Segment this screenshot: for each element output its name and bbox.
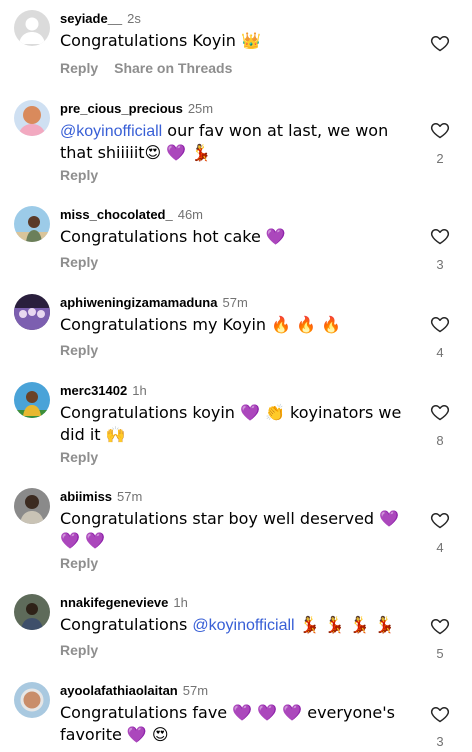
like-count: 4 bbox=[436, 345, 444, 360]
comment-text: Congratulations hot cake 💜 bbox=[60, 227, 286, 246]
user-avatar-icon[interactable] bbox=[14, 206, 50, 242]
reply-button[interactable]: Reply bbox=[60, 449, 98, 465]
heart-outline-icon[interactable] bbox=[430, 616, 450, 636]
comment-meta: pre_cious_precious 25m bbox=[60, 100, 213, 118]
like-count: 3 bbox=[436, 734, 444, 749]
heart-outline-icon[interactable] bbox=[430, 704, 450, 724]
reply-button[interactable]: Reply bbox=[60, 642, 98, 658]
comment-text: Congratulations fave 💜 💜 💜 everyone's fa… bbox=[60, 703, 395, 744]
reply-button[interactable]: Reply bbox=[60, 60, 98, 76]
username[interactable]: aphiweningizamamaduna bbox=[60, 295, 217, 310]
heart-outline-icon[interactable] bbox=[430, 402, 450, 422]
reply-button[interactable]: Reply bbox=[60, 167, 98, 183]
comment-actions: Reply Share on Threads bbox=[60, 60, 232, 76]
user-avatar-icon[interactable] bbox=[14, 294, 50, 330]
comment-meta: aphiweningizamamaduna 57m bbox=[60, 294, 248, 312]
username[interactable]: ayoolafathiaolaitan bbox=[60, 683, 178, 698]
timestamp: 1h bbox=[173, 595, 188, 610]
reply-button[interactable]: Reply bbox=[60, 342, 98, 358]
comment-actions: Reply bbox=[60, 555, 98, 571]
comment-meta: ayoolafathiaolaitan 57m bbox=[60, 682, 208, 700]
user-avatar-icon[interactable] bbox=[14, 594, 50, 630]
user-avatar-icon[interactable] bbox=[14, 100, 50, 136]
username[interactable]: miss_chocolated_ bbox=[60, 207, 173, 222]
default-avatar-icon[interactable] bbox=[14, 10, 50, 46]
comment-text: Congratulations my Koyin 🔥 🔥 🔥 bbox=[60, 315, 342, 334]
timestamp: 57m bbox=[182, 683, 209, 698]
comment-meta: seyiade__ 2s bbox=[60, 10, 141, 28]
user-avatar-icon[interactable] bbox=[14, 382, 50, 418]
comment-meta: abiimiss 57m bbox=[60, 488, 142, 506]
comment-actions: Reply bbox=[60, 449, 98, 465]
timestamp: 46m bbox=[177, 207, 204, 222]
timestamp: 25m bbox=[187, 101, 214, 116]
user-avatar-icon[interactable] bbox=[14, 682, 50, 718]
username[interactable]: nnakifegenevieve bbox=[60, 595, 168, 610]
share-on-threads-button[interactable]: Share on Threads bbox=[114, 60, 232, 76]
comment-actions: Reply bbox=[60, 342, 98, 358]
timestamp: 57m bbox=[117, 489, 143, 504]
like-count: 5 bbox=[436, 646, 444, 661]
comment-meta: miss_chocolated_ 46m bbox=[60, 206, 203, 224]
comment-text: Congratulations @koyinofficiall 💃 💃 💃 💃 bbox=[60, 615, 395, 634]
comment-text: Congratulations Koyin 👑 bbox=[60, 31, 261, 50]
heart-outline-icon[interactable] bbox=[430, 33, 450, 53]
like-count: 3 bbox=[436, 257, 444, 272]
comment-actions: Reply bbox=[60, 167, 98, 183]
like-count: 8 bbox=[436, 433, 444, 448]
heart-outline-icon[interactable] bbox=[430, 120, 450, 140]
comments-list: seyiade__ 2s Congratulations Koyin 👑 Repl… bbox=[0, 0, 472, 752]
reply-button[interactable]: Reply bbox=[60, 254, 98, 270]
like-count: 2 bbox=[436, 151, 444, 166]
comment-meta: nnakifegenevieve 1h bbox=[60, 594, 188, 612]
reply-button[interactable]: Reply bbox=[60, 555, 98, 571]
timestamp: 2s bbox=[127, 11, 141, 26]
username[interactable]: seyiade__ bbox=[60, 11, 122, 26]
heart-outline-icon[interactable] bbox=[430, 226, 450, 246]
mention-link[interactable]: @koyinofficiall bbox=[60, 123, 162, 140]
comment-actions: Reply bbox=[60, 254, 98, 270]
timestamp: 57m bbox=[222, 295, 248, 310]
comment-text: @koyinofficiall our fav won at last, we … bbox=[60, 121, 389, 162]
username[interactable]: pre_cious_precious bbox=[60, 101, 183, 116]
user-avatar-icon[interactable] bbox=[14, 488, 50, 524]
username[interactable]: merc31402 bbox=[60, 383, 127, 398]
comment-text: Congratulations star boy well deserved 💜… bbox=[60, 509, 400, 550]
comment-meta: merc31402 1h bbox=[60, 382, 147, 400]
heart-outline-icon[interactable] bbox=[430, 510, 450, 530]
mention-link[interactable]: @koyinofficiall bbox=[192, 617, 294, 634]
heart-outline-icon[interactable] bbox=[430, 314, 450, 334]
like-count: 4 bbox=[436, 540, 444, 555]
comment-text: Congratulations koyin 💜 👏 koyinators we … bbox=[60, 403, 402, 444]
comment-actions: Reply bbox=[60, 642, 98, 658]
timestamp: 1h bbox=[132, 383, 147, 398]
username[interactable]: abiimiss bbox=[60, 489, 112, 504]
